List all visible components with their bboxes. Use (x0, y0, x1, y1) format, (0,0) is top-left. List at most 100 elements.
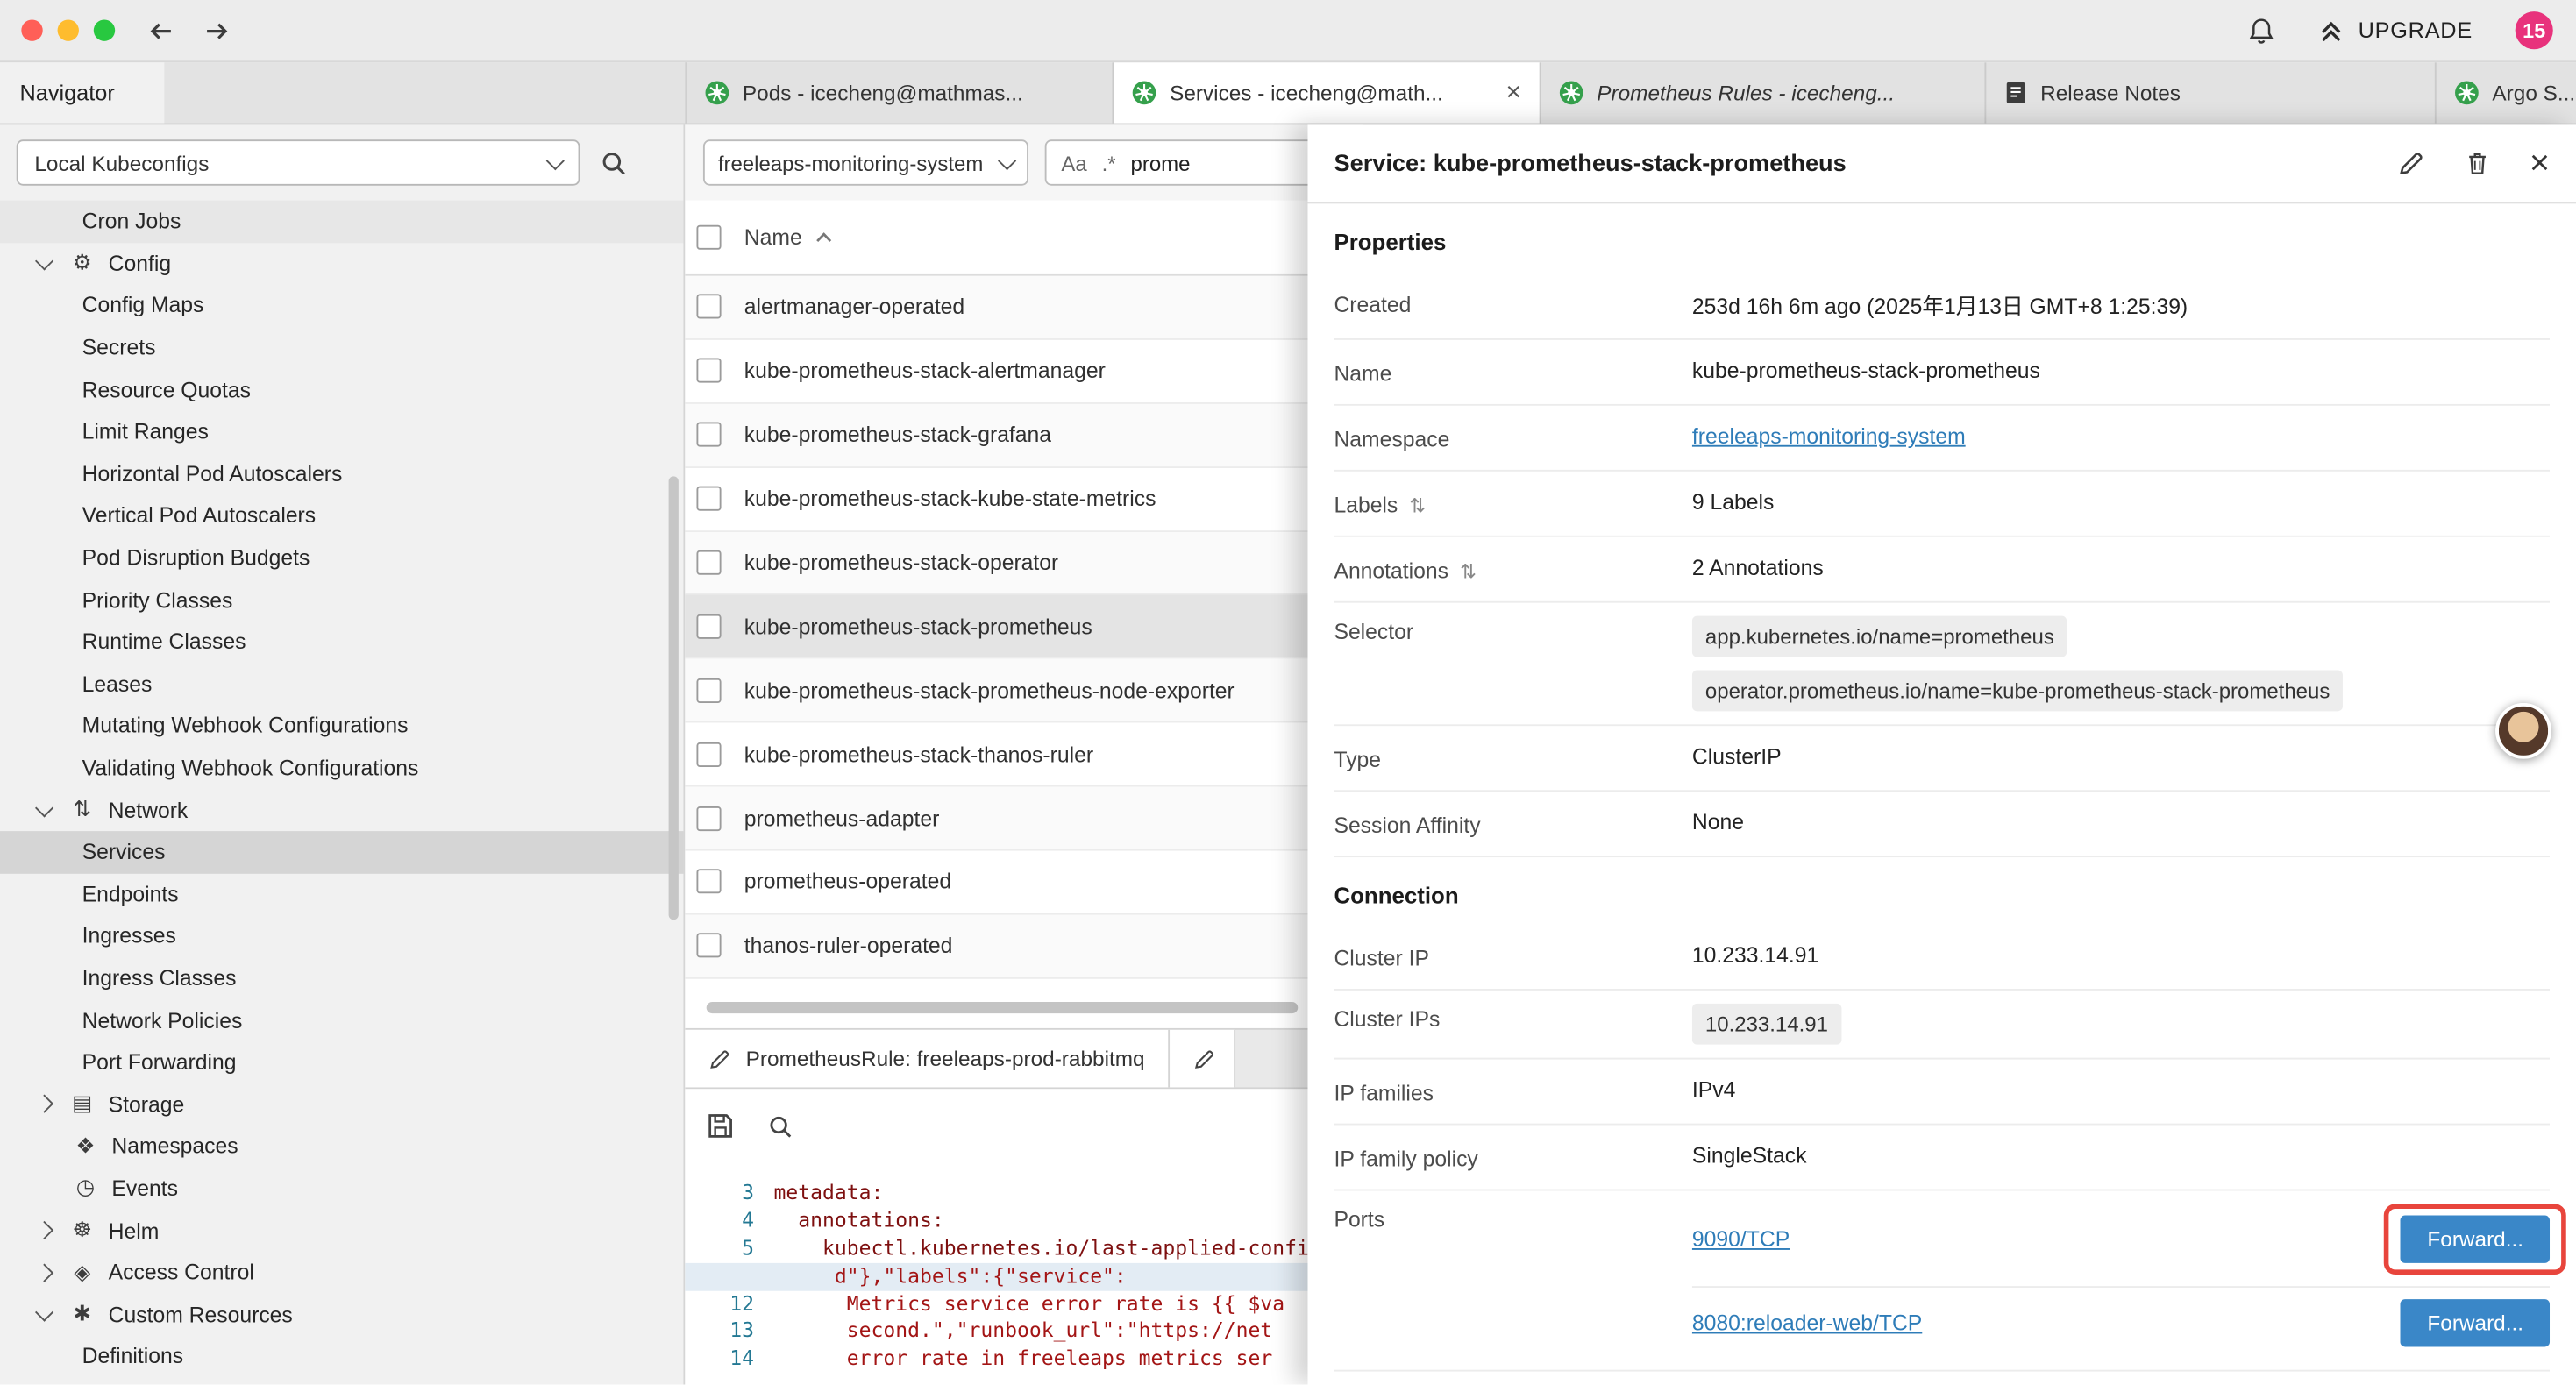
minimize-window-button[interactable] (58, 19, 79, 40)
upgrade-button[interactable]: UPGRADE (2319, 18, 2473, 44)
sidebar-item-custom-resources[interactable]: ✱Custom Resources (0, 1293, 683, 1335)
sidebar-item-priority-classes[interactable]: Priority Classes (0, 579, 683, 621)
notification-count-badge[interactable]: 15 (2516, 11, 2553, 49)
sidebar-item-horizontal-pod-autoscalers[interactable]: Horizontal Pod Autoscalers (0, 452, 683, 494)
detail-value-text: IPv4 (1692, 1077, 2550, 1102)
table-row[interactable]: prometheus-adapter (685, 787, 1363, 851)
table-row[interactable]: kube-prometheus-stack-alertmanager (685, 340, 1363, 404)
column-header-name[interactable]: Name (744, 225, 834, 250)
sidebar-item-endpoints[interactable]: Endpoints (0, 873, 683, 915)
sidebar-item-cron-jobs[interactable]: Cron Jobs (0, 201, 683, 243)
table-row[interactable]: kube-prometheus-stack-prometheus (685, 595, 1363, 659)
service-name: thanos-ruler-operated (744, 934, 953, 958)
port-link[interactable]: 8080:reloader-web/TCP (1692, 1310, 1922, 1334)
sidebar-item-port-forwarding[interactable]: Port Forwarding (0, 1041, 683, 1083)
sidebar-item-network[interactable]: ⇅Network (0, 789, 683, 831)
avatar[interactable] (2495, 703, 2551, 759)
section-title-properties: Properties (1334, 203, 2550, 271)
line-number (685, 1262, 773, 1290)
sidebar-item-config-maps[interactable]: Config Maps (0, 285, 683, 327)
close-tab-icon[interactable]: × (1506, 80, 1522, 106)
sidebar-item-storage[interactable]: ▤Storage (0, 1083, 683, 1126)
table-row[interactable]: kube-prometheus-stack-operator (685, 531, 1363, 595)
row-checkbox[interactable] (696, 487, 721, 511)
editor-dock-tab-partial[interactable] (1170, 1030, 1235, 1088)
table-row[interactable]: kube-prometheus-stack-grafana (685, 404, 1363, 468)
table-search-input[interactable]: Aa .* prome (1045, 139, 1346, 185)
table-row[interactable]: alertmanager-operated (685, 276, 1363, 340)
sidebar-item-network-policies[interactable]: Network Policies (0, 999, 683, 1041)
editor-search-icon[interactable] (767, 1112, 793, 1139)
config-icon: ⚙ (69, 251, 96, 277)
sidebar-item-helm[interactable]: ☸Helm (0, 1210, 683, 1252)
sidebar-item-ingress-classes[interactable]: Ingress Classes (0, 957, 683, 999)
table-row[interactable]: kube-prometheus-stack-prometheus-node-ex… (685, 659, 1363, 723)
sidebar-item-pod-disruption-budgets[interactable]: Pod Disruption Budgets (0, 536, 683, 579)
sidebar-item-namespaces[interactable]: ❖Namespaces (0, 1126, 683, 1168)
sidebar-item-secrets[interactable]: Secrets (0, 326, 683, 368)
tab-argo-s[interactable]: Argo S... (2437, 62, 2576, 123)
sidebar-item-vertical-pod-autoscalers[interactable]: Vertical Pod Autoscalers (0, 494, 683, 536)
sidebar-item-validating-webhook-configurations[interactable]: Validating Webhook Configurations (0, 747, 683, 789)
detail-value-text: None (1692, 810, 2550, 835)
table-row[interactable]: kube-prometheus-stack-thanos-ruler (685, 723, 1363, 787)
row-checkbox[interactable] (696, 295, 721, 319)
sidebar-item-access-control[interactable]: ◈Access Control (0, 1251, 683, 1293)
row-checkbox[interactable] (696, 806, 721, 830)
horizontal-scrollbar[interactable] (707, 1002, 1299, 1013)
sidebar-item-label: Helm (109, 1218, 160, 1242)
row-checkbox[interactable] (696, 678, 721, 702)
sidebar-item-services[interactable]: Services (0, 831, 683, 873)
table-row[interactable]: kube-prometheus-stack-kube-state-metrics (685, 467, 1363, 531)
row-checkbox[interactable] (696, 934, 721, 958)
sidebar-search-icon[interactable] (600, 149, 628, 177)
sidebar-item-config[interactable]: ⚙Config (0, 243, 683, 285)
edit-service-button[interactable] (2396, 150, 2424, 178)
yaml-editor[interactable]: 3metadata:4 annotations:5 kubectl.kubern… (685, 1163, 1363, 1385)
sort-expander-icon[interactable]: ⇅ (1460, 559, 1477, 582)
kubeconfig-selector[interactable]: Local Kubeconfigs (17, 139, 580, 185)
network-icon: ⇅ (69, 797, 96, 823)
editor-dock-tab[interactable]: PrometheusRule: freeleaps-prod-rabbitmq (685, 1030, 1169, 1088)
match-case-toggle[interactable]: Aa (1061, 150, 1086, 174)
close-drawer-button[interactable]: × (2530, 146, 2550, 181)
save-icon[interactable] (707, 1112, 735, 1140)
sidebar-item-definitions[interactable]: Definitions (0, 1335, 683, 1377)
sidebar-item-events[interactable]: ◷Events (0, 1168, 683, 1210)
sort-expander-icon[interactable]: ⇅ (1409, 494, 1426, 516)
namespace-link[interactable]: freeleaps-monitoring-system (1692, 423, 1966, 448)
sidebar-item-mutating-webhook-configurations[interactable]: Mutating Webhook Configurations (0, 705, 683, 747)
forward-button[interactable] (201, 18, 233, 44)
sidebar-item-limit-ranges[interactable]: Limit Ranges (0, 410, 683, 452)
sidebar-item-leases[interactable]: Leases (0, 663, 683, 705)
row-checkbox[interactable] (696, 742, 721, 766)
port-forward-button[interactable]: Forward... (2401, 1298, 2550, 1346)
row-checkbox[interactable] (696, 870, 721, 894)
back-button[interactable] (145, 18, 177, 44)
sidebar-item-ingresses[interactable]: Ingresses (0, 915, 683, 957)
port-link[interactable]: 9090/TCP (1692, 1226, 1790, 1251)
table-row[interactable]: thanos-ruler-operated (685, 914, 1363, 978)
kubeconfig-selector-value: Local Kubeconfigs (34, 150, 209, 174)
tab-pods-icecheng-mathmas[interactable]: Pods - icecheng@mathmas... (687, 62, 1114, 123)
row-checkbox[interactable] (696, 614, 721, 639)
code-text: kubectl.kubernetes.io/last-applied-confi… (774, 1235, 1364, 1263)
tab-prometheus-rules-icecheng[interactable]: Prometheus Rules - icecheng... (1541, 62, 1987, 123)
tab-release-notes[interactable]: Release Notes (1986, 62, 2436, 123)
sidebar-item-resource-quotas[interactable]: Resource Quotas (0, 368, 683, 410)
close-window-button[interactable] (21, 19, 42, 40)
row-checkbox[interactable] (696, 423, 721, 447)
row-checkbox[interactable] (696, 550, 721, 575)
sidebar-scrollbar[interactable] (669, 476, 679, 920)
port-forward-button[interactable]: Forward... (2401, 1215, 2550, 1262)
zoom-window-button[interactable] (94, 19, 115, 40)
table-row[interactable]: prometheus-operated (685, 851, 1363, 915)
regex-toggle[interactable]: .* (1102, 150, 1116, 174)
delete-service-button[interactable] (2464, 150, 2490, 178)
sidebar-item-runtime-classes[interactable]: Runtime Classes (0, 621, 683, 663)
tab-services-icecheng-math[interactable]: Services - icecheng@math...× (1114, 62, 1541, 123)
row-checkbox[interactable] (696, 359, 721, 383)
namespace-selector[interactable]: freeleaps-monitoring-system (703, 139, 1028, 185)
select-all-checkbox[interactable] (696, 225, 721, 250)
notifications-bell-icon[interactable] (2248, 16, 2276, 46)
